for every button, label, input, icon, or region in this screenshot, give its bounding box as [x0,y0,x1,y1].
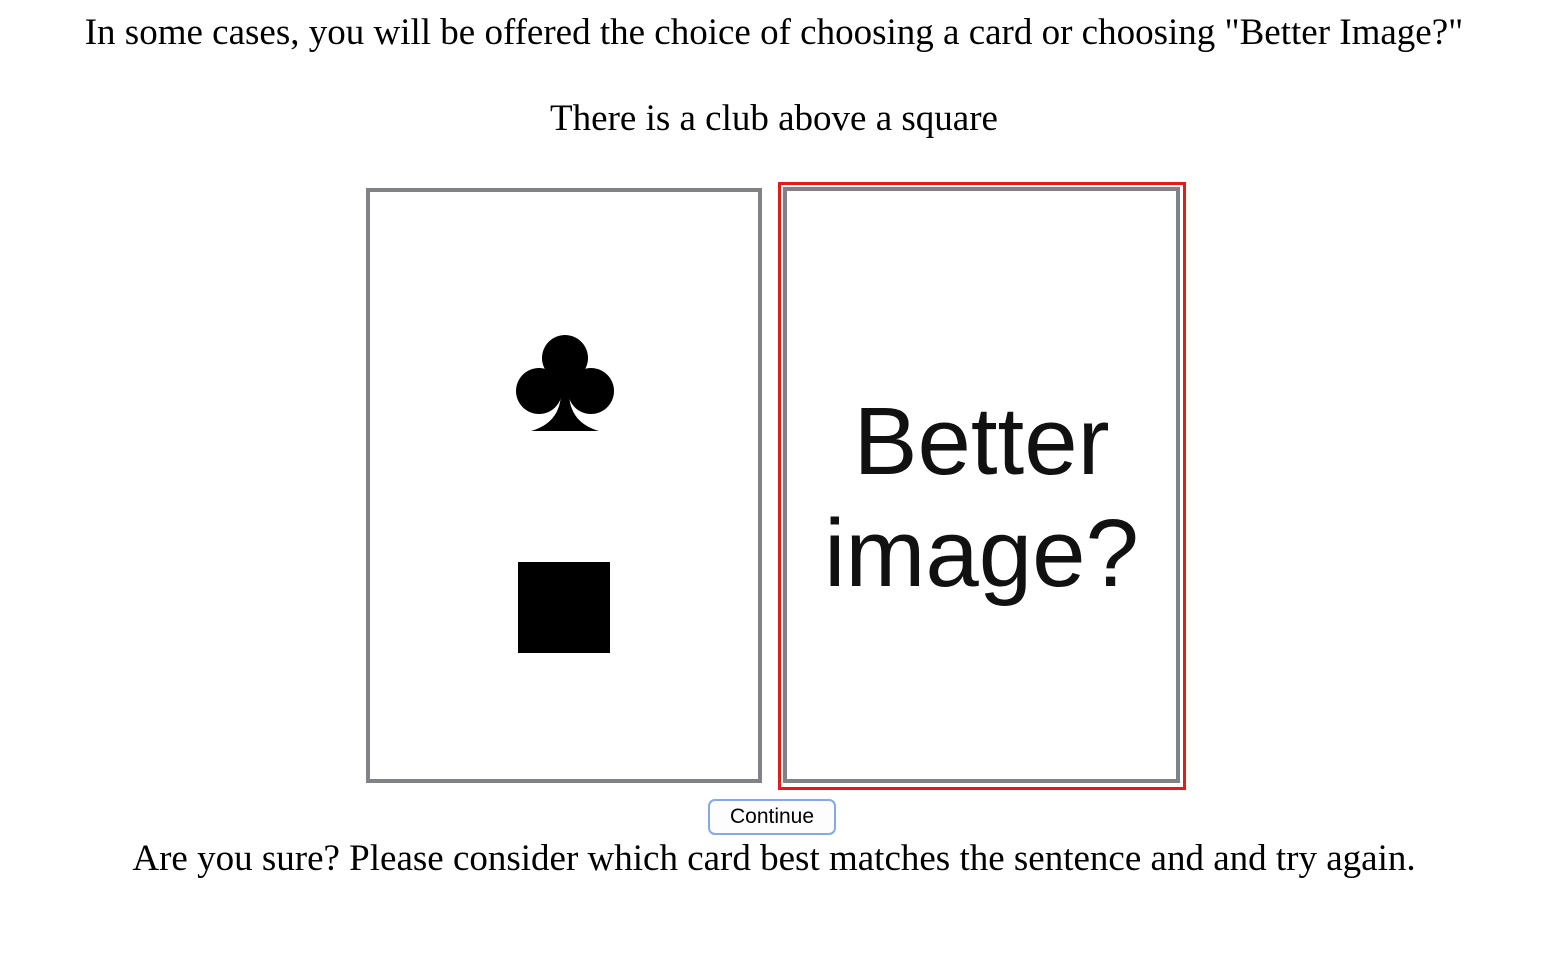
feedback-message: Are you sure? Please consider which card… [132,838,1416,879]
better-image-card[interactable]: Better image? [783,187,1180,783]
better-image-label: Better image? [787,386,1176,610]
image-card[interactable] [366,188,762,783]
square-shape [518,562,610,653]
better-image-label-line2: image? [824,500,1139,607]
better-image-label-line1: Better [853,388,1110,495]
instruction-text: In some cases, you will be offered the c… [84,12,1464,53]
club-icon [516,335,614,431]
target-sentence: There is a club above a square [550,98,998,139]
continue-button[interactable]: Continue [708,799,836,835]
